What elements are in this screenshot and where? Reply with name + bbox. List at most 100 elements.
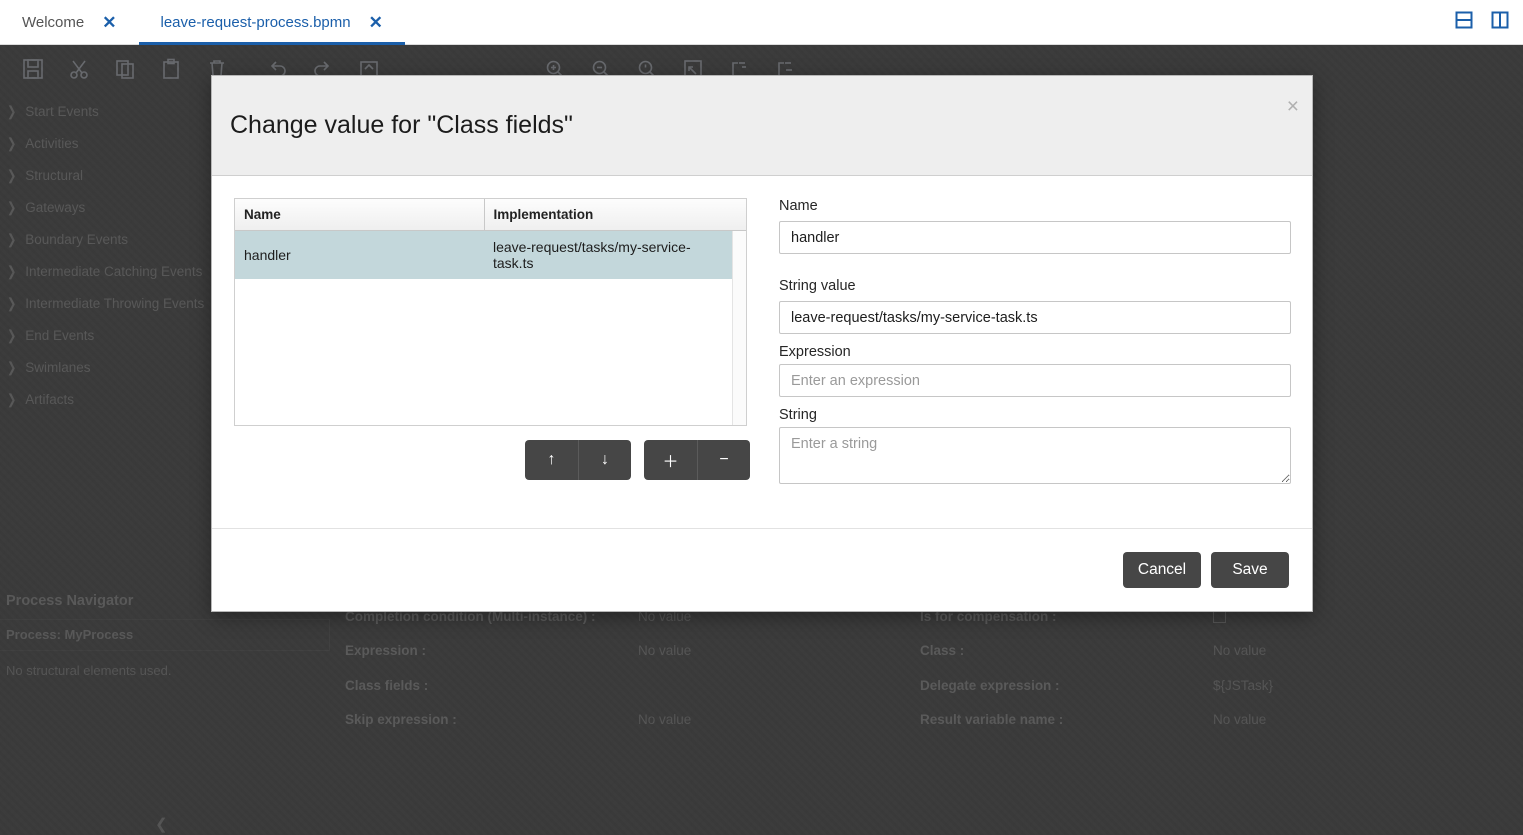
fields-table-header: Name Implementation	[235, 199, 746, 231]
chevron-right-icon: ❯	[7, 104, 17, 120]
close-icon[interactable]: ✕	[369, 14, 383, 31]
move-down-button[interactable]: ↓	[578, 440, 631, 480]
add-remove-button-group: ＋ −	[644, 440, 750, 480]
palette-group-label: Artifacts	[25, 391, 74, 407]
string-value-label: String value	[779, 278, 856, 294]
chevron-right-icon: ❯	[7, 360, 17, 376]
property-key: Class :	[920, 643, 965, 659]
palette-group-intermediate-catching-events[interactable]: ❯ Intermediate Catching Events	[0, 255, 210, 287]
remove-button[interactable]: −	[697, 440, 750, 480]
minus-icon: −	[719, 451, 729, 468]
close-icon[interactable]: ✕	[102, 14, 116, 31]
palette-group-label: Swimlanes	[25, 359, 91, 375]
tab-label: leave-request-process.bpmn	[160, 14, 351, 31]
chevron-left-icon[interactable]: ❮	[155, 815, 168, 833]
column-header-name[interactable]: Name	[235, 199, 485, 231]
arrow-down-icon: ↓	[601, 451, 609, 468]
palette-group-swimlanes[interactable]: ❯ Swimlanes	[0, 351, 210, 383]
properties-panel: Completion condition (Multi-instance) : …	[345, 600, 1505, 737]
cell-name: handler	[235, 231, 484, 279]
palette-group-label: Activities	[25, 135, 79, 151]
string-textarea[interactable]	[779, 427, 1291, 484]
chevron-right-icon: ❯	[7, 296, 17, 312]
split-horizontal-icon[interactable]	[1454, 10, 1474, 35]
property-row: Skip expression : No value	[345, 703, 920, 737]
dialog-header: Change value for "Class fields" ×	[212, 76, 1312, 176]
dialog-body: Name Implementation handler leave-reques…	[212, 176, 1312, 528]
property-row: Expression : No value	[345, 634, 920, 668]
cut-icon[interactable]	[56, 46, 102, 92]
close-icon[interactable]: ×	[1287, 96, 1299, 117]
chevron-right-icon: ❯	[7, 200, 17, 216]
reorder-button-group: ↑ ↓	[525, 440, 631, 480]
properties-right-column: Is for compensation : Class : No value D…	[920, 600, 1495, 737]
plus-icon: ＋	[662, 454, 679, 471]
property-row: Class fields :	[345, 669, 920, 703]
string-value-input[interactable]	[779, 301, 1291, 334]
split-vertical-icon[interactable]	[1490, 10, 1510, 35]
string-label: String	[779, 407, 817, 423]
property-key: Result variable name :	[920, 711, 1064, 727]
process-navigator-process-row[interactable]: Process: MyProcess	[0, 619, 330, 651]
chevron-right-icon: ❯	[7, 392, 17, 408]
paste-icon[interactable]	[148, 46, 194, 92]
table-header-row: Name Implementation	[235, 199, 746, 231]
palette-group-label: Start Events	[25, 103, 99, 119]
chevron-right-icon: ❯	[7, 264, 17, 280]
expression-input[interactable]	[779, 364, 1291, 397]
tab-label: Welcome	[22, 14, 85, 31]
add-button[interactable]: ＋	[644, 440, 697, 480]
expression-label: Expression	[779, 344, 851, 360]
fields-table: Name Implementation handler leave-reques…	[234, 198, 747, 426]
property-row: Class : No value	[920, 634, 1495, 668]
palette-group-label: Structural	[25, 167, 83, 183]
fields-table-body-area: handler leave-request/tasks/my-service-t…	[235, 231, 746, 425]
property-row: Result variable name : No value	[920, 703, 1495, 737]
palette-group-boundary-events[interactable]: ❯ Boundary Events	[0, 223, 210, 255]
table-scrollbar[interactable]	[732, 231, 746, 425]
tab-bar: Welcome ✕ leave-request-process.bpmn ✕	[0, 0, 1523, 45]
chevron-right-icon: ❯	[7, 168, 17, 184]
name-label: Name	[779, 198, 818, 214]
palette-group-label: Gateways	[25, 199, 86, 215]
property-value[interactable]: No value	[1213, 641, 1266, 661]
chevron-right-icon: ❯	[7, 328, 17, 344]
cancel-button[interactable]: Cancel	[1123, 552, 1201, 588]
property-key: Class fields :	[345, 677, 429, 693]
fields-table-body: handler leave-request/tasks/my-service-t…	[235, 231, 732, 425]
chevron-right-icon: ❯	[7, 136, 17, 152]
property-value[interactable]: No value	[1213, 710, 1266, 730]
window-controls	[1454, 0, 1523, 44]
property-row: Delegate expression : ${JSTask}	[920, 669, 1495, 703]
tab-leave-request-process[interactable]: leave-request-process.bpmn ✕	[138, 0, 406, 45]
save-button[interactable]: Save	[1211, 552, 1289, 588]
application-window: Welcome ✕ leave-request-process.bpmn ✕ ❯…	[0, 0, 1523, 835]
copy-icon[interactable]	[102, 46, 148, 92]
name-input[interactable]	[779, 221, 1291, 254]
tab-welcome[interactable]: Welcome ✕	[0, 0, 139, 45]
property-value[interactable]: ${JSTask}	[1213, 676, 1273, 696]
table-row[interactable]: handler leave-request/tasks/my-service-t…	[235, 231, 732, 279]
move-up-button[interactable]: ↑	[525, 440, 578, 480]
palette-group-start-events[interactable]: ❯ Start Events	[0, 95, 210, 127]
column-header-implementation[interactable]: Implementation	[484, 199, 746, 231]
properties-left-column: Completion condition (Multi-instance) : …	[345, 600, 920, 737]
palette-group-end-events[interactable]: ❯ End Events	[0, 319, 210, 351]
property-value[interactable]: No value	[638, 710, 691, 730]
cell-implementation: leave-request/tasks/my-service-task.ts	[484, 231, 732, 279]
palette-group-structural[interactable]: ❯ Structural	[0, 159, 210, 191]
palette-group-label: Intermediate Throwing Events	[25, 295, 205, 311]
palette-group-artifacts[interactable]: ❯ Artifacts	[0, 383, 210, 415]
dialog-title: Change value for "Class fields"	[230, 111, 573, 139]
palette-group-activities[interactable]: ❯ Activities	[0, 127, 210, 159]
save-icon[interactable]	[10, 46, 56, 92]
chevron-right-icon: ❯	[7, 232, 17, 248]
palette-group-gateways[interactable]: ❯ Gateways	[0, 191, 210, 223]
property-value[interactable]: No value	[638, 641, 691, 661]
property-key: Expression :	[345, 643, 427, 659]
process-navigator-empty-message: No structural elements used.	[6, 663, 172, 678]
change-value-dialog: Change value for "Class fields" × Name I…	[211, 75, 1313, 612]
palette-group-intermediate-throwing-events[interactable]: ❯ Intermediate Throwing Events	[0, 287, 210, 319]
property-key: Delegate expression :	[920, 677, 1060, 693]
list-action-buttons: ↑ ↓ ＋ −	[234, 440, 750, 480]
